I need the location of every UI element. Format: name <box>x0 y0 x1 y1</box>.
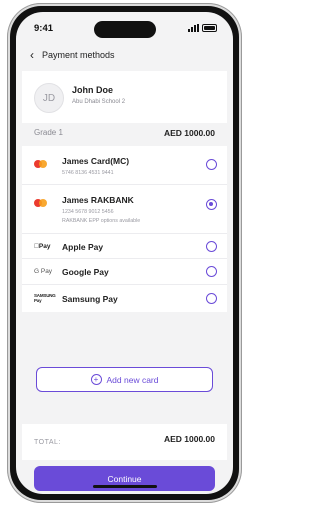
plus-circle-icon: + <box>90 374 102 385</box>
payment-method-apple-pay[interactable]: Pay Apple Pay <box>22 234 227 259</box>
payment-method-james-rakbank[interactable]: James RAKBANK 1234 5678 9012 5456 RAKBAN… <box>22 185 227 234</box>
signal-icon <box>188 24 199 32</box>
method-title: Samsung Pay <box>62 294 118 304</box>
mastercard-icon <box>34 160 47 168</box>
payment-methods-list: James Card(MC) 5746 8136 4531 9441 James… <box>22 146 227 312</box>
samsung-pay-icon: SAMSUNG Pay <box>34 293 56 303</box>
method-title: Apple Pay <box>62 242 104 252</box>
total-amount: AED 1000.00 <box>163 434 215 444</box>
grade-row: Grade 1 AED 1000.00 <box>34 128 215 138</box>
page-title: Payment methods <box>42 50 115 60</box>
total-bar: TOTAL: AED 1000.00 <box>22 424 227 460</box>
header: ‹ Payment methods <box>30 49 115 61</box>
user-name: John Doe <box>72 85 114 95</box>
status-bar: 9:41 <box>34 23 217 37</box>
user-school: Abu Dhabi School 2 <box>72 99 126 105</box>
home-indicator[interactable] <box>92 485 157 488</box>
payment-method-samsung-pay[interactable]: SAMSUNG Pay Samsung Pay <box>22 285 227 312</box>
avatar: JD <box>34 83 64 113</box>
method-card-number: 1234 5678 9012 5456 <box>62 209 114 215</box>
grade-amount: AED 1000.00 <box>163 128 215 138</box>
method-card-number: 5746 8136 4531 9441 <box>62 170 114 176</box>
add-card-label: Add new card <box>106 374 159 385</box>
battery-icon <box>202 24 217 32</box>
add-new-card-button[interactable]: + Add new card <box>36 367 213 392</box>
method-epp-note: RAKBANK EPP options available <box>62 218 141 224</box>
google-pay-icon: G Pay <box>34 268 53 275</box>
grade-label: Grade 1 <box>34 128 63 137</box>
method-title: James Card(MC) <box>62 156 130 166</box>
payment-method-google-pay[interactable]: G Pay Google Pay <box>22 259 227 285</box>
status-time: 9:41 <box>34 23 54 34</box>
radio-button[interactable] <box>206 241 217 252</box>
apple-pay-icon: Pay <box>34 243 50 250</box>
screen: 9:41 ‹ Payment methods JD John Doe Abu D… <box>16 12 233 494</box>
phone-frame: 9:41 ‹ Payment methods JD John Doe Abu D… <box>7 3 242 503</box>
radio-button[interactable] <box>206 266 217 277</box>
payment-method-james-card-mc[interactable]: James Card(MC) 5746 8136 4531 9441 <box>22 146 227 185</box>
method-title: James RAKBANK <box>62 195 134 205</box>
mastercard-icon <box>34 199 47 207</box>
radio-button[interactable] <box>206 293 217 304</box>
phone-bezel: 9:41 ‹ Payment methods JD John Doe Abu D… <box>10 6 239 500</box>
user-card: JD John Doe Abu Dhabi School 2 <box>22 71 227 123</box>
total-label: TOTAL: <box>34 439 61 446</box>
radio-button[interactable] <box>206 159 217 170</box>
back-chevron-icon[interactable]: ‹ <box>30 49 34 61</box>
radio-button-selected[interactable] <box>206 199 217 210</box>
method-title: Google Pay <box>62 267 109 277</box>
status-icons <box>188 24 217 32</box>
